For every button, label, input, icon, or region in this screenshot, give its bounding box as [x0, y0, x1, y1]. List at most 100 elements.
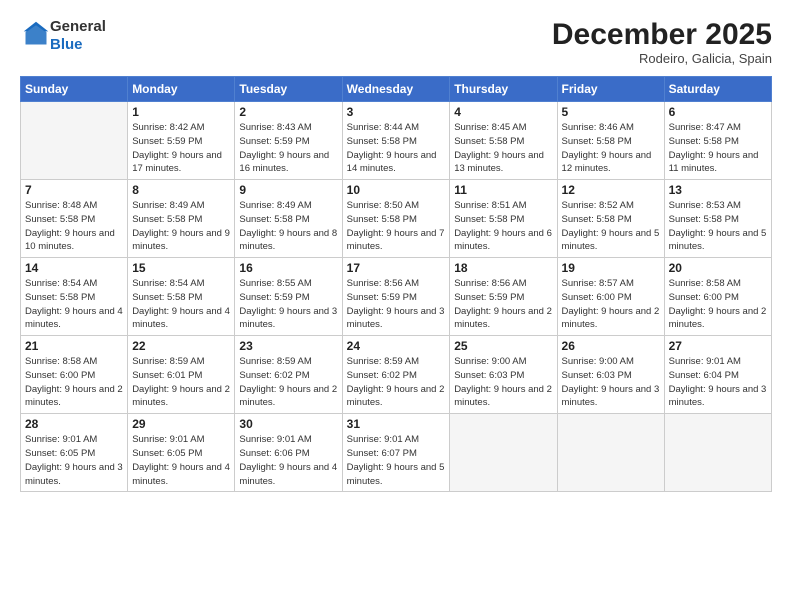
day-info: Sunrise: 8:43 AMSunset: 5:59 PMDaylight:… — [239, 121, 337, 176]
day-number: 21 — [25, 339, 123, 353]
day-number: 4 — [454, 105, 552, 119]
week-row-3: 14 Sunrise: 8:54 AMSunset: 5:58 PMDayligh… — [21, 258, 772, 336]
day-number: 17 — [347, 261, 446, 275]
day-number: 19 — [562, 261, 660, 275]
day-info: Sunrise: 8:49 AMSunset: 5:58 PMDaylight:… — [239, 199, 337, 254]
calendar-cell: 24 Sunrise: 8:59 AMSunset: 6:02 PMDayligh… — [342, 336, 450, 414]
day-info: Sunrise: 9:00 AMSunset: 6:03 PMDaylight:… — [454, 355, 552, 410]
weekday-header-monday: Monday — [128, 77, 235, 102]
calendar-cell: 27 Sunrise: 9:01 AMSunset: 6:04 PMDayligh… — [664, 336, 771, 414]
day-number: 25 — [454, 339, 552, 353]
day-number: 1 — [132, 105, 230, 119]
day-info: Sunrise: 8:56 AMSunset: 5:59 PMDaylight:… — [454, 277, 552, 332]
calendar-cell — [557, 414, 664, 492]
day-number: 24 — [347, 339, 446, 353]
calendar-cell — [450, 414, 557, 492]
calendar-cell: 2 Sunrise: 8:43 AMSunset: 5:59 PMDaylight… — [235, 102, 342, 180]
day-number: 15 — [132, 261, 230, 275]
calendar-cell: 20Sunrise: 8:58 AMSunset: 6:00 PMDayligh… — [664, 258, 771, 336]
calendar-cell: 10Sunrise: 8:50 AMSunset: 5:58 PMDayligh… — [342, 180, 450, 258]
day-info: Sunrise: 9:01 AMSunset: 6:04 PMDaylight:… — [669, 355, 767, 410]
logo-blue-text: Blue — [50, 36, 83, 53]
day-number: 29 — [132, 417, 230, 431]
day-number: 8 — [132, 183, 230, 197]
weekday-header-sunday: Sunday — [21, 77, 128, 102]
calendar-table: SundayMondayTuesdayWednesdayThursdayFrid… — [20, 76, 772, 492]
weekday-header-row: SundayMondayTuesdayWednesdayThursdayFrid… — [21, 77, 772, 102]
day-info: Sunrise: 8:42 AMSunset: 5:59 PMDaylight:… — [132, 121, 230, 176]
day-info: Sunrise: 9:01 AMSunset: 6:05 PMDaylight:… — [25, 433, 123, 488]
week-row-4: 21 Sunrise: 8:58 AMSunset: 6:00 PMDayligh… — [21, 336, 772, 414]
day-number: 13 — [669, 183, 767, 197]
calendar-cell: 5Sunrise: 8:46 AMSunset: 5:58 PMDaylight… — [557, 102, 664, 180]
day-number: 23 — [239, 339, 337, 353]
calendar-cell: 11Sunrise: 8:51 AMSunset: 5:58 PMDayligh… — [450, 180, 557, 258]
week-row-1: 1 Sunrise: 8:42 AMSunset: 5:59 PMDaylight… — [21, 102, 772, 180]
weekday-header-tuesday: Tuesday — [235, 77, 342, 102]
day-info: Sunrise: 8:59 AMSunset: 6:01 PMDaylight:… — [132, 355, 230, 410]
calendar-cell: 22 Sunrise: 8:59 AMSunset: 6:01 PMDayligh… — [128, 336, 235, 414]
day-number: 9 — [239, 183, 337, 197]
day-info: Sunrise: 8:47 AMSunset: 5:58 PMDaylight:… — [669, 121, 767, 176]
day-info: Sunrise: 8:44 AMSunset: 5:58 PMDaylight:… — [347, 121, 446, 176]
day-number: 31 — [347, 417, 446, 431]
calendar-cell: 25 Sunrise: 9:00 AMSunset: 6:03 PMDayligh… — [450, 336, 557, 414]
weekday-header-saturday: Saturday — [664, 77, 771, 102]
calendar-cell: 15 Sunrise: 8:54 AMSunset: 5:58 PMDayligh… — [128, 258, 235, 336]
day-info: Sunrise: 8:53 AMSunset: 5:58 PMDaylight:… — [669, 199, 767, 254]
title-block: December 2025 Rodeiro, Galicia, Spain — [552, 18, 772, 66]
calendar-cell — [664, 414, 771, 492]
day-info: Sunrise: 9:01 AMSunset: 6:05 PMDaylight:… — [132, 433, 230, 488]
calendar-page: General Blue December 2025 Rodeiro, Gali… — [0, 0, 792, 612]
day-info: Sunrise: 9:01 AMSunset: 6:06 PMDaylight:… — [239, 433, 337, 488]
day-number: 12 — [562, 183, 660, 197]
day-info: Sunrise: 9:01 AMSunset: 6:07 PMDaylight:… — [347, 433, 446, 488]
day-number: 10 — [347, 183, 446, 197]
day-number: 6 — [669, 105, 767, 119]
day-number: 18 — [454, 261, 552, 275]
calendar-cell: 23 Sunrise: 8:59 AMSunset: 6:02 PMDayligh… — [235, 336, 342, 414]
weekday-header-friday: Friday — [557, 77, 664, 102]
calendar-cell: 28 Sunrise: 9:01 AMSunset: 6:05 PMDayligh… — [21, 414, 128, 492]
day-info: Sunrise: 8:58 AMSunset: 6:00 PMDaylight:… — [25, 355, 123, 410]
day-info: Sunrise: 8:56 AMSunset: 5:59 PMDaylight:… — [347, 277, 446, 332]
calendar-cell: 18 Sunrise: 8:56 AMSunset: 5:59 PMDayligh… — [450, 258, 557, 336]
calendar-cell: 16Sunrise: 8:55 AMSunset: 5:59 PMDayligh… — [235, 258, 342, 336]
day-info: Sunrise: 8:46 AMSunset: 5:58 PMDaylight:… — [562, 121, 660, 176]
calendar-cell: 21 Sunrise: 8:58 AMSunset: 6:00 PMDayligh… — [21, 336, 128, 414]
location-text: Rodeiro, Galicia, Spain — [552, 51, 772, 66]
day-number: 26 — [562, 339, 660, 353]
week-row-5: 28 Sunrise: 9:01 AMSunset: 6:05 PMDayligh… — [21, 414, 772, 492]
day-number: 16 — [239, 261, 337, 275]
day-info: Sunrise: 8:59 AMSunset: 6:02 PMDaylight:… — [239, 355, 337, 410]
day-info: Sunrise: 8:58 AMSunset: 6:00 PMDaylight:… — [669, 277, 767, 332]
day-info: Sunrise: 8:49 AMSunset: 5:58 PMDaylight:… — [132, 199, 230, 254]
day-number: 3 — [347, 105, 446, 119]
day-info: Sunrise: 8:48 AMSunset: 5:58 PMDaylight:… — [25, 199, 123, 254]
day-number: 2 — [239, 105, 337, 119]
day-number: 14 — [25, 261, 123, 275]
calendar-cell: 29 Sunrise: 9:01 AMSunset: 6:05 PMDayligh… — [128, 414, 235, 492]
day-number: 30 — [239, 417, 337, 431]
day-number: 28 — [25, 417, 123, 431]
day-info: Sunrise: 9:00 AMSunset: 6:03 PMDaylight:… — [562, 355, 660, 410]
day-info: Sunrise: 8:57 AMSunset: 6:00 PMDaylight:… — [562, 277, 660, 332]
month-title: December 2025 — [552, 18, 772, 51]
calendar-cell: 7 Sunrise: 8:48 AMSunset: 5:58 PMDaylight… — [21, 180, 128, 258]
calendar-cell: 31 Sunrise: 9:01 AMSunset: 6:07 PMDayligh… — [342, 414, 450, 492]
calendar-cell: 4 Sunrise: 8:45 AMSunset: 5:58 PMDaylight… — [450, 102, 557, 180]
day-number: 22 — [132, 339, 230, 353]
logo-icon — [22, 20, 50, 48]
calendar-cell: 6 Sunrise: 8:47 AMSunset: 5:58 PMDaylight… — [664, 102, 771, 180]
day-number: 7 — [25, 183, 123, 197]
page-header: General Blue December 2025 Rodeiro, Gali… — [20, 18, 772, 66]
calendar-cell: 3 Sunrise: 8:44 AMSunset: 5:58 PMDaylight… — [342, 102, 450, 180]
calendar-cell: 13 Sunrise: 8:53 AMSunset: 5:58 PMDayligh… — [664, 180, 771, 258]
day-info: Sunrise: 8:52 AMSunset: 5:58 PMDaylight:… — [562, 199, 660, 254]
calendar-cell: 12 Sunrise: 8:52 AMSunset: 5:58 PMDayligh… — [557, 180, 664, 258]
day-info: Sunrise: 8:54 AMSunset: 5:58 PMDaylight:… — [132, 277, 230, 332]
day-info: Sunrise: 8:59 AMSunset: 6:02 PMDaylight:… — [347, 355, 446, 410]
day-number: 27 — [669, 339, 767, 353]
logo-general-text: General — [50, 18, 106, 35]
day-info: Sunrise: 8:45 AMSunset: 5:58 PMDaylight:… — [454, 121, 552, 176]
